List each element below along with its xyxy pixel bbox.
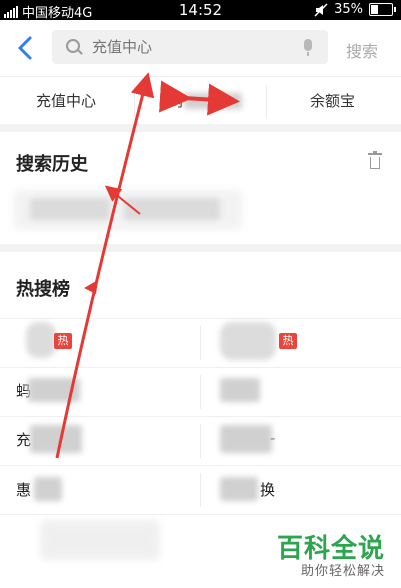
- annotation-overlay: [55, 72, 240, 459]
- annotation-double-arrow: [159, 80, 240, 116]
- annotation-arrow-up: [55, 72, 155, 459]
- annotation-hot-arrow: [84, 280, 98, 294]
- watermark-tagline: 助你轻松解决: [300, 564, 385, 579]
